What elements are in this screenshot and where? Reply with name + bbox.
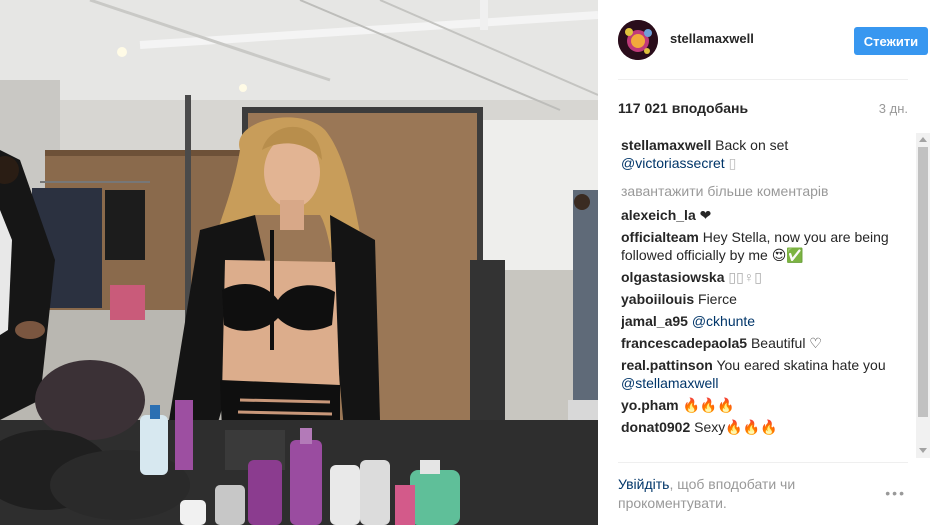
follow-button[interactable]: Стежити bbox=[854, 27, 928, 55]
caption-mention[interactable]: @victoriassecret bbox=[621, 155, 725, 171]
post-header: stellamaxwell Стежити bbox=[618, 16, 928, 80]
comment-text: Fierce bbox=[698, 291, 737, 307]
post-footer: Увійдіть, щоб вподобати чи прокоментуват… bbox=[618, 462, 908, 525]
avatar[interactable] bbox=[618, 20, 658, 60]
caption-user[interactable]: stellamaxwell bbox=[621, 137, 711, 153]
caption-text: Back on set bbox=[715, 137, 789, 153]
comment-text: You eared skatina hate you bbox=[716, 357, 886, 373]
comment-item: olgastasiowska ▯▯♀▯ bbox=[621, 268, 913, 286]
comment-user[interactable]: alexeich_la bbox=[621, 207, 696, 223]
comment-user[interactable]: olgastasiowska bbox=[621, 269, 725, 285]
scroll-down-arrow-icon[interactable] bbox=[919, 448, 927, 453]
comment-user[interactable]: yo.pham bbox=[621, 397, 679, 413]
comment-text: Sexy🔥🔥🔥 bbox=[694, 419, 778, 435]
likes-count[interactable]: 117 021 вподобань bbox=[618, 100, 748, 116]
comment-item: officialteam Hey Stella, now you are bei… bbox=[621, 228, 913, 264]
comment-text: Beautiful ♡ bbox=[750, 335, 822, 351]
post-photo bbox=[0, 0, 598, 525]
login-link[interactable]: Увійдіть bbox=[618, 476, 669, 492]
comment-item: yaboiilouis Fierce bbox=[621, 290, 913, 308]
comment-mention[interactable]: @ckhunte bbox=[692, 313, 755, 329]
comment-mention[interactable]: @stellamaxwell bbox=[621, 375, 718, 391]
comment-item: alexeich_la ❤ bbox=[621, 206, 913, 224]
post-time[interactable]: 3 дн. bbox=[879, 101, 908, 116]
comment-user[interactable]: real.pattinson bbox=[621, 357, 713, 373]
comment-text: ❤ bbox=[699, 207, 712, 223]
caption: stellamaxwell Back on set @victoriassecr… bbox=[621, 136, 913, 172]
more-options-icon[interactable]: ••• bbox=[885, 485, 906, 501]
comment-user[interactable]: officialteam bbox=[621, 229, 699, 245]
comment-text: ▯▯♀▯ bbox=[728, 269, 763, 285]
comment-user[interactable]: donat0902 bbox=[621, 419, 690, 435]
comment-user[interactable]: jamal_a95 bbox=[621, 313, 688, 329]
scrollbar-thumb[interactable] bbox=[918, 147, 928, 417]
comment-item: real.pattinson You eared skatina hate yo… bbox=[621, 356, 913, 392]
comment-item: jamal_a95 @ckhunte bbox=[621, 312, 913, 330]
comments-scrollbar[interactable] bbox=[916, 133, 930, 458]
scroll-up-arrow-icon[interactable] bbox=[919, 137, 927, 142]
comment-user[interactable]: yaboiilouis bbox=[621, 291, 694, 307]
comment-text: 🔥🔥🔥 bbox=[682, 397, 735, 413]
load-more-comments[interactable]: завантажити більше коментарів bbox=[621, 182, 913, 200]
comments-list: stellamaxwell Back on set @victoriassecr… bbox=[621, 136, 913, 458]
comment-item: yo.pham 🔥🔥🔥 bbox=[621, 396, 913, 414]
likes-row: 117 021 вподобань 3 дн. bbox=[618, 100, 908, 120]
comment-user[interactable]: francescadepaola5 bbox=[621, 335, 747, 351]
comment-item: donat0902 Sexy🔥🔥🔥 bbox=[621, 418, 913, 436]
comment-item: francescadepaola5 Beautiful ♡ bbox=[621, 334, 913, 352]
author-username[interactable]: stellamaxwell bbox=[670, 31, 754, 46]
login-prompt: Увійдіть, щоб вподобати чи прокоментуват… bbox=[618, 475, 848, 513]
caption-tail: ▯ bbox=[724, 155, 737, 171]
